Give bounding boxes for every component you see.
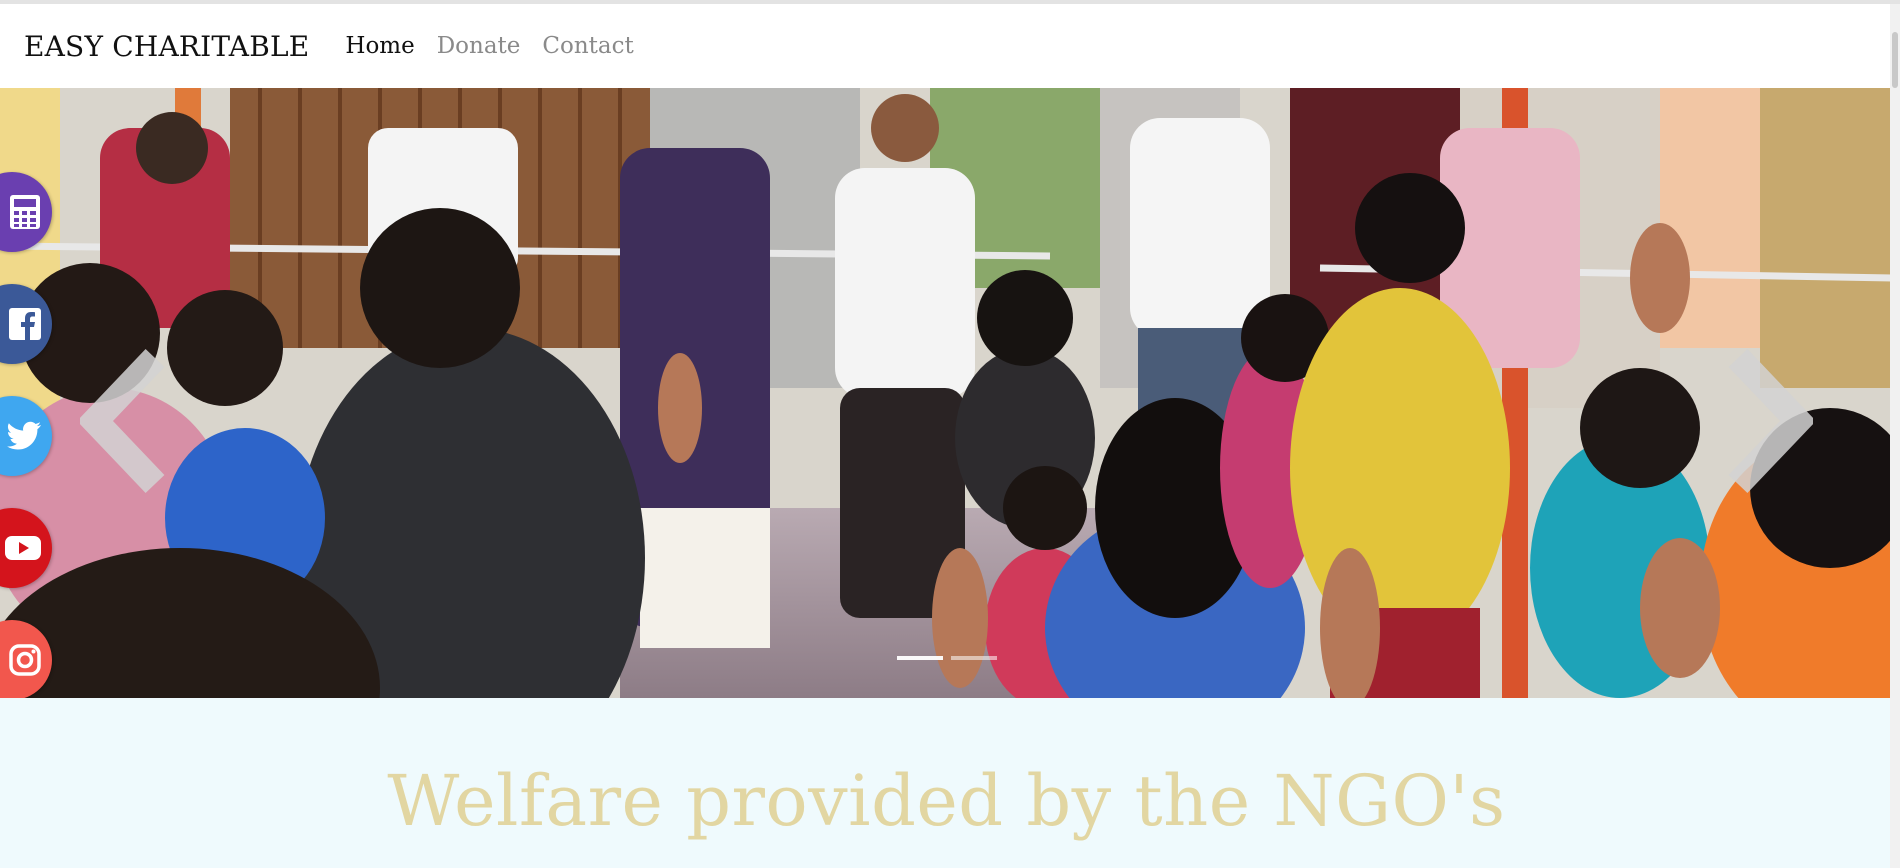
scrollbar-thumb[interactable] xyxy=(1892,32,1898,88)
navbar: EASY CHARITABLE Home Donate Contact xyxy=(0,4,1900,88)
chevron-right-icon xyxy=(1728,349,1813,493)
nav-links: Home Donate Contact xyxy=(345,33,633,59)
chevron-left-icon xyxy=(80,349,165,493)
instagram-icon xyxy=(9,644,41,676)
calculator-icon xyxy=(10,195,40,229)
page-scrollbar[interactable] xyxy=(1890,4,1900,868)
carousel-prev-button[interactable] xyxy=(60,316,200,526)
page: EASY CHARITABLE Home Donate Contact Welf… xyxy=(0,0,1900,868)
hero-carousel xyxy=(0,88,1893,698)
nav-link-home[interactable]: Home xyxy=(345,33,414,59)
carousel-indicators xyxy=(896,656,997,660)
nav-link-contact[interactable]: Contact xyxy=(542,33,633,59)
nav-link-donate[interactable]: Donate xyxy=(437,33,521,59)
carousel-indicator-1[interactable] xyxy=(896,656,943,660)
carousel-slide-image xyxy=(0,88,1893,698)
welfare-section: Welfare provided by the NGO's xyxy=(0,698,1893,868)
welfare-title: Welfare provided by the NGO's xyxy=(387,760,1506,842)
twitter-icon xyxy=(7,421,41,450)
youtube-icon xyxy=(5,536,41,560)
brand-logo[interactable]: EASY CHARITABLE xyxy=(24,30,309,63)
carousel-indicator-2[interactable] xyxy=(950,656,997,660)
facebook-icon xyxy=(9,308,41,340)
carousel-next-button[interactable] xyxy=(1693,316,1833,526)
